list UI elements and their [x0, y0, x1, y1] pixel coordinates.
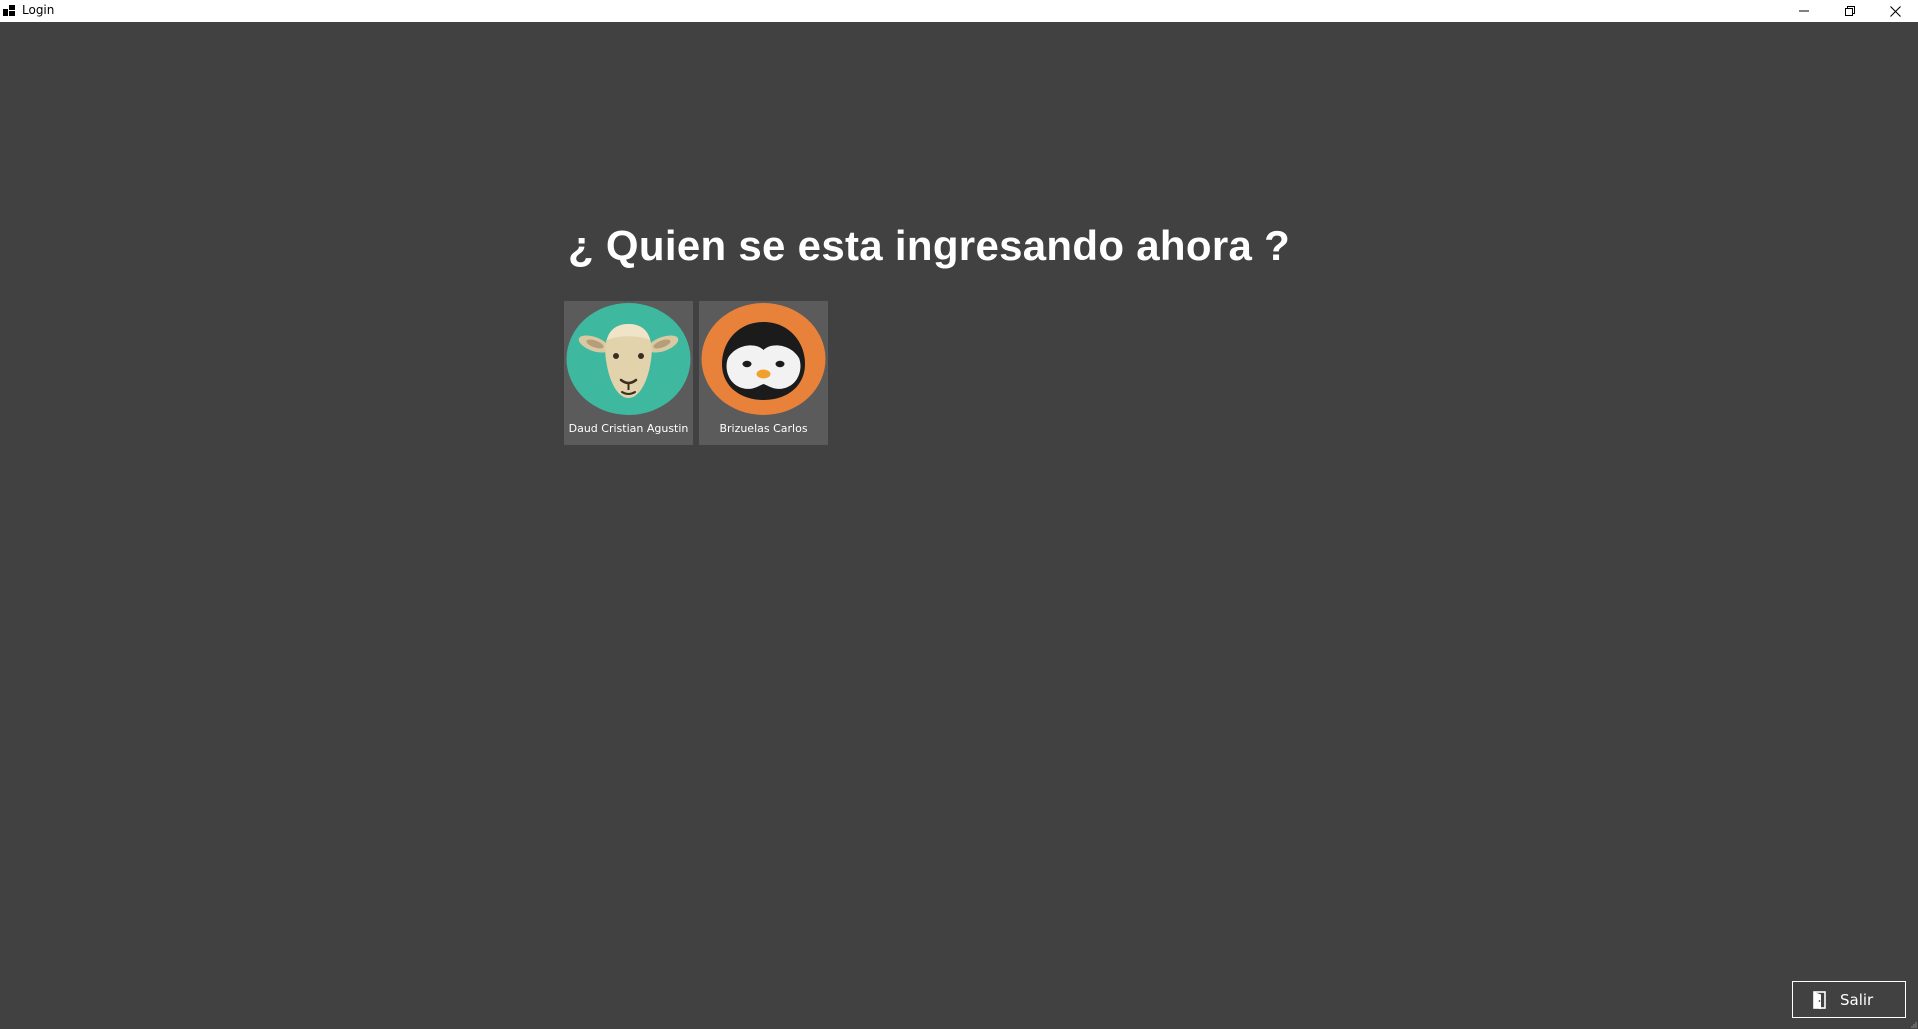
title-bar: Login [0, 0, 1918, 22]
exit-button[interactable]: Salir [1792, 981, 1906, 1018]
minimize-icon [1799, 10, 1809, 12]
user-card-brizuelas[interactable]: Brizuelas Carlos [699, 301, 828, 445]
close-icon [1889, 5, 1901, 17]
page-title: ¿ Quien se esta ingresando ahora ? [568, 222, 1291, 269]
close-button[interactable] [1872, 0, 1918, 22]
penguin-avatar-icon [701, 303, 826, 415]
window-title: Login [22, 3, 55, 17]
user-name-label: Brizuelas Carlos [719, 422, 808, 435]
user-card-daud[interactable]: Daud Cristian Agustin [564, 301, 693, 445]
restore-icon [1845, 6, 1855, 16]
user-list: Daud Cristian Agustin Brizuelas Carlos [564, 301, 828, 445]
minimize-button[interactable] [1781, 0, 1827, 22]
sheep-avatar-icon [566, 303, 691, 415]
exit-button-label: Salir [1840, 990, 1874, 1009]
restore-button[interactable] [1827, 0, 1873, 22]
login-panel: ¿ Quien se esta ingresando ahora ? Daud … [0, 22, 1918, 1029]
app-window-icon [3, 5, 15, 16]
user-name-label: Daud Cristian Agustin [568, 422, 689, 435]
resize-grip-icon[interactable] [1909, 1020, 1917, 1028]
door-exit-icon [1813, 990, 1826, 1009]
